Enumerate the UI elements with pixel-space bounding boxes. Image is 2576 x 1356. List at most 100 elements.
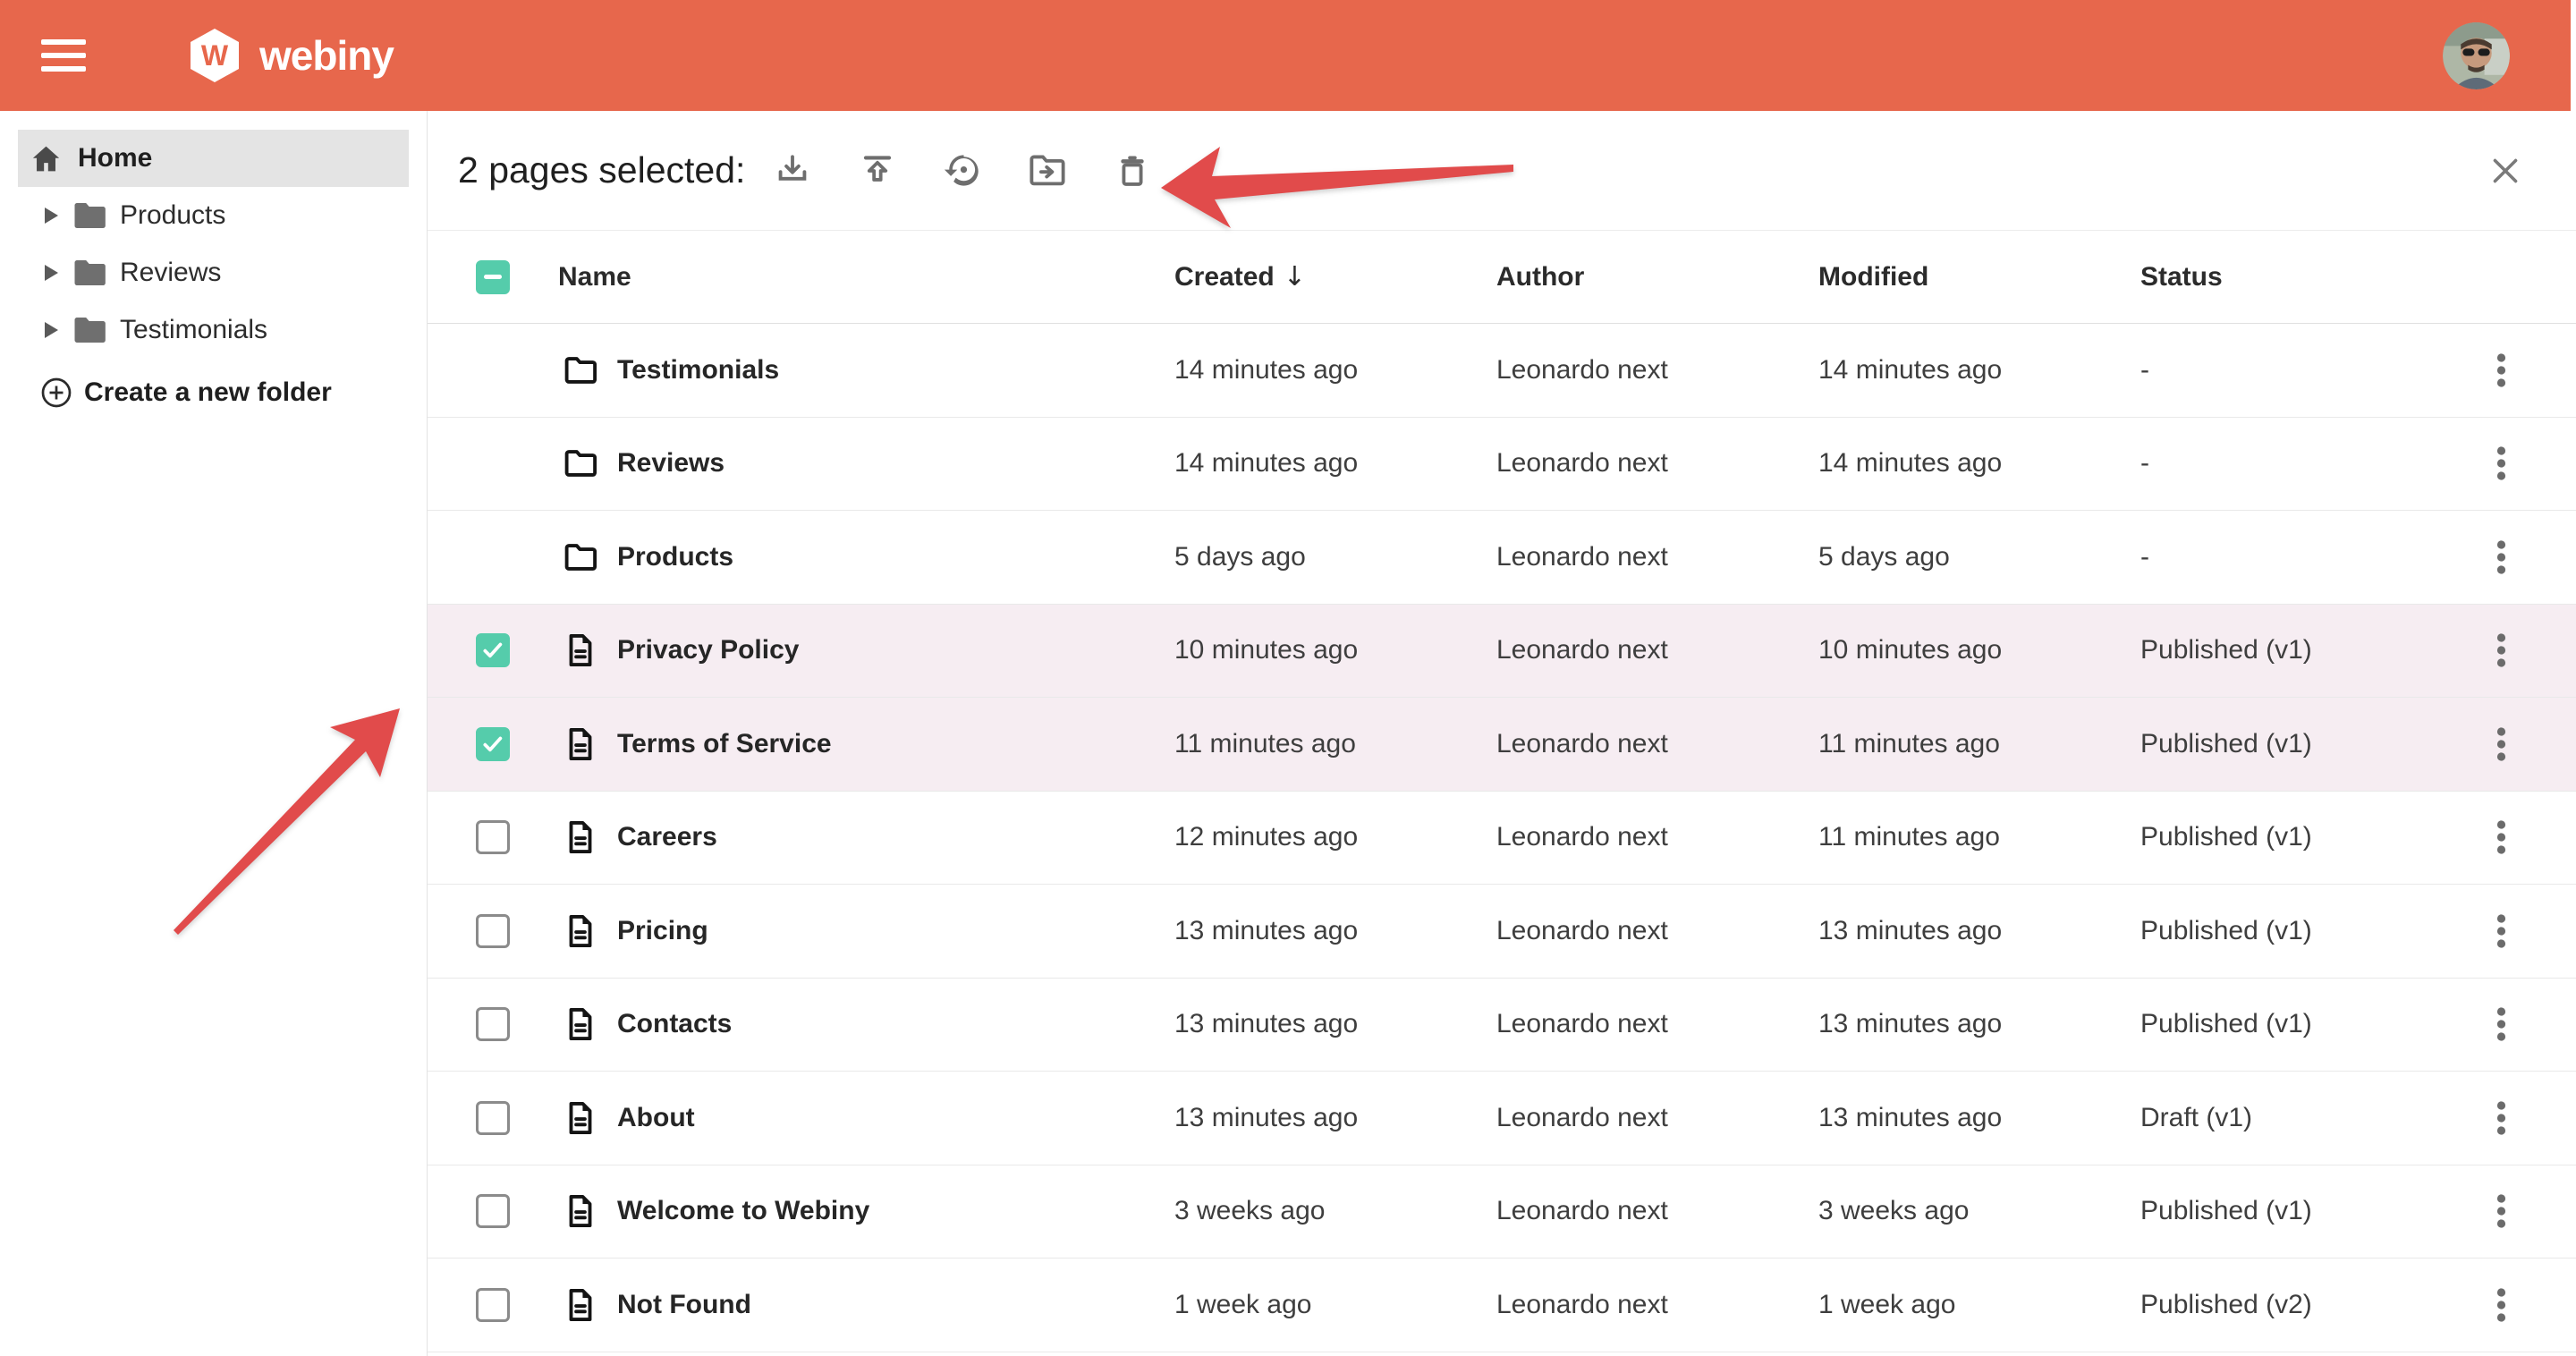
row-created: 14 minutes ago (1174, 355, 1496, 386)
table-row[interactable]: Careers 12 minutes ago Leonardo next 11 … (428, 792, 2576, 886)
expand-caret-icon[interactable] (45, 265, 58, 281)
trash-icon (1112, 150, 1153, 191)
row-created: 5 days ago (1174, 542, 1496, 572)
sidebar-item-products[interactable]: Products (0, 187, 427, 244)
kebab-menu-icon (2496, 911, 2507, 952)
plus-circle-icon (40, 377, 72, 409)
kebab-menu-icon (2496, 630, 2507, 671)
delete-button[interactable] (1112, 150, 1153, 191)
sidebar-folder-label: Reviews (120, 258, 221, 288)
expand-caret-icon[interactable] (45, 322, 58, 338)
hamburger-menu-icon[interactable] (41, 39, 86, 72)
row-checkbox[interactable] (476, 633, 510, 667)
row-modified: 13 minutes ago (1818, 1103, 2140, 1133)
table-row[interactable]: Welcome to Webiny 3 weeks ago Leonardo n… (428, 1165, 2576, 1259)
row-menu-button[interactable] (2483, 1185, 2520, 1237)
row-menu-button[interactable] (2483, 905, 2520, 957)
brand-name: webiny (259, 31, 394, 80)
row-status: Published (v1) (2140, 1196, 2427, 1226)
row-menu-button[interactable] (2483, 811, 2520, 863)
row-checkbox[interactable] (476, 1288, 510, 1322)
table-header-row: Name Created↓ Author Modified Status (428, 231, 2576, 324)
folder-sidebar: Home Products Reviews Testimonials (0, 111, 428, 1356)
kebab-menu-icon (2496, 724, 2507, 765)
sidebar-item-reviews[interactable]: Reviews (0, 244, 427, 301)
kebab-menu-icon (2496, 817, 2507, 858)
row-name: Products (617, 542, 733, 572)
row-checkbox[interactable] (476, 727, 510, 761)
folder-icon (562, 352, 599, 389)
table-row[interactable]: Testimonials 14 minutes ago Leonardo nex… (428, 324, 2576, 418)
create-folder-label: Create a new folder (84, 377, 332, 408)
move-to-folder-button[interactable] (1027, 150, 1068, 191)
row-created: 13 minutes ago (1174, 1103, 1496, 1133)
row-menu-button[interactable] (2483, 718, 2520, 770)
publish-button[interactable] (857, 150, 898, 191)
row-author: Leonardo next (1496, 1196, 1818, 1226)
row-menu-button[interactable] (2483, 531, 2520, 583)
table-row[interactable]: Not Found 1 week ago Leonardo next 1 wee… (428, 1259, 2576, 1352)
kebab-menu-icon (2496, 1098, 2507, 1139)
row-checkbox[interactable] (476, 1194, 510, 1228)
row-created: 3 weeks ago (1174, 1196, 1496, 1226)
folder-icon (562, 445, 599, 482)
row-name: Welcome to Webiny (617, 1196, 869, 1226)
column-header-created[interactable]: Created↓ (1174, 261, 1496, 292)
row-menu-button[interactable] (2483, 344, 2520, 396)
row-name: Pricing (617, 916, 708, 946)
restore-button[interactable] (942, 150, 983, 191)
sidebar-item-home[interactable]: Home (18, 130, 409, 187)
row-checkbox[interactable] (476, 820, 510, 854)
row-modified: 11 minutes ago (1818, 729, 2140, 759)
check-icon (479, 730, 507, 759)
row-checkbox[interactable] (476, 1007, 510, 1041)
row-modified: 13 minutes ago (1818, 916, 2140, 946)
create-new-folder-button[interactable]: Create a new folder (0, 364, 427, 421)
table-row[interactable]: Contacts 13 minutes ago Leonardo next 13… (428, 979, 2576, 1072)
row-menu-button[interactable] (2483, 1092, 2520, 1144)
row-checkbox[interactable] (476, 1101, 510, 1135)
table-row[interactable]: About 13 minutes ago Leonardo next 13 mi… (428, 1072, 2576, 1165)
top-bar: W webiny (0, 0, 2576, 111)
select-all-checkbox[interactable] (476, 260, 510, 294)
row-author: Leonardo next (1496, 355, 1818, 386)
kebab-menu-icon (2496, 443, 2507, 484)
row-menu-button[interactable] (2483, 624, 2520, 676)
column-header-author[interactable]: Author (1496, 262, 1818, 292)
row-status: Published (v1) (2140, 916, 2427, 946)
sidebar-folder-label: Products (120, 200, 225, 231)
table-row[interactable]: Terms of Service 11 minutes ago Leonardo… (428, 698, 2576, 792)
row-checkbox[interactable] (476, 914, 510, 948)
svg-text:W: W (201, 39, 229, 72)
row-name: Terms of Service (617, 729, 832, 759)
row-modified: 3 weeks ago (1818, 1196, 2140, 1226)
column-header-modified[interactable]: Modified (1818, 262, 2140, 292)
table-row[interactable]: Products 5 days ago Leonardo next 5 days… (428, 511, 2576, 605)
table-row[interactable]: Privacy Policy 10 minutes ago Leonardo n… (428, 605, 2576, 699)
document-icon (562, 818, 599, 856)
row-name: Contacts (617, 1009, 732, 1039)
expand-caret-icon[interactable] (45, 208, 58, 224)
sidebar-item-testimonials[interactable]: Testimonials (0, 301, 427, 359)
row-author: Leonardo next (1496, 635, 1818, 665)
table-row[interactable]: Reviews 14 minutes ago Leonardo next 14 … (428, 418, 2576, 512)
close-selection-button[interactable] (2486, 151, 2525, 191)
row-modified: 5 days ago (1818, 542, 2140, 572)
row-menu-button[interactable] (2483, 1279, 2520, 1331)
row-author: Leonardo next (1496, 1103, 1818, 1133)
table-row[interactable]: Pricing 13 minutes ago Leonardo next 13 … (428, 885, 2576, 979)
row-author: Leonardo next (1496, 916, 1818, 946)
row-menu-button[interactable] (2483, 998, 2520, 1050)
row-status: - (2140, 355, 2427, 386)
column-header-status[interactable]: Status (2140, 262, 2427, 292)
kebab-menu-icon (2496, 537, 2507, 578)
row-menu-button[interactable] (2483, 437, 2520, 489)
row-status: Published (v1) (2140, 1009, 2427, 1039)
row-created: 1 week ago (1174, 1290, 1496, 1320)
user-avatar[interactable] (2443, 22, 2510, 89)
row-author: Leonardo next (1496, 822, 1818, 852)
column-header-name[interactable]: Name (512, 262, 1174, 292)
download-button[interactable] (772, 150, 813, 191)
home-icon (30, 142, 63, 175)
row-author: Leonardo next (1496, 1290, 1818, 1320)
